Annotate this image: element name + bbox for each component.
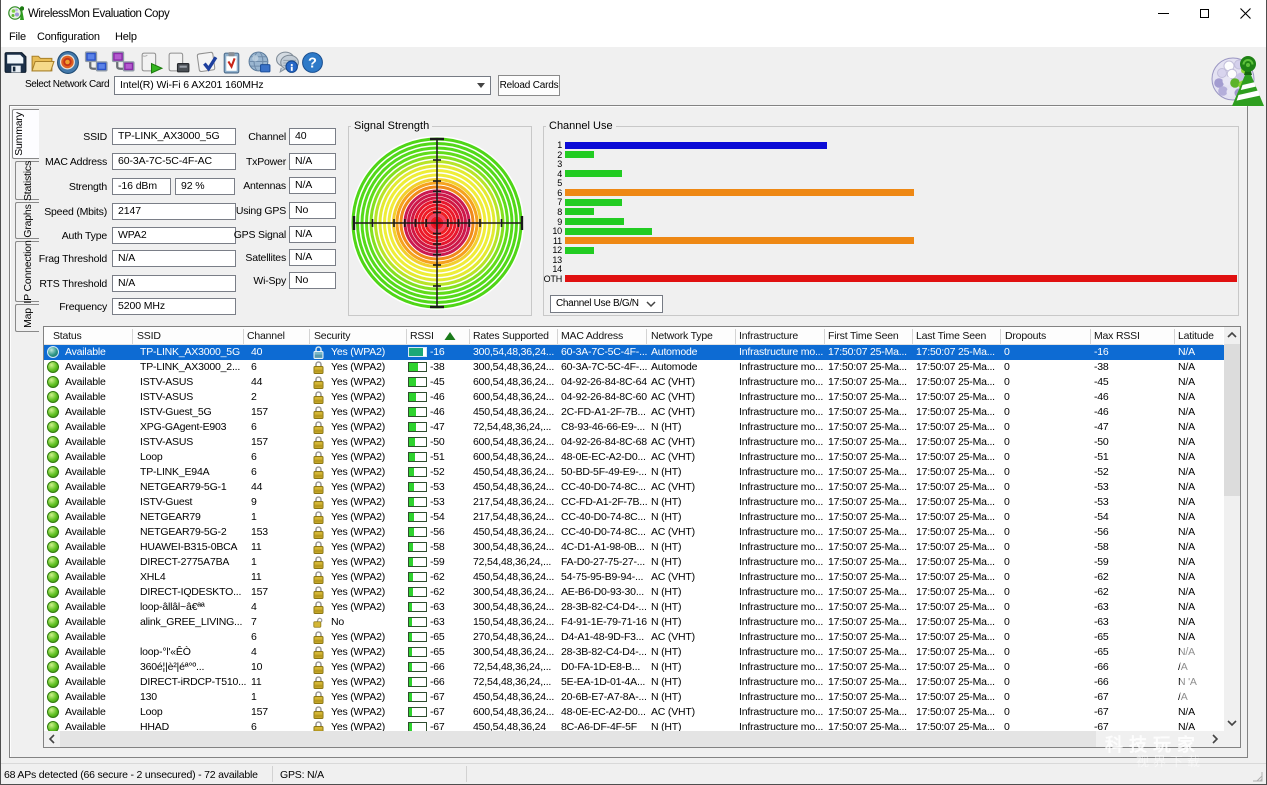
svg-text:?: ? — [308, 56, 317, 72]
